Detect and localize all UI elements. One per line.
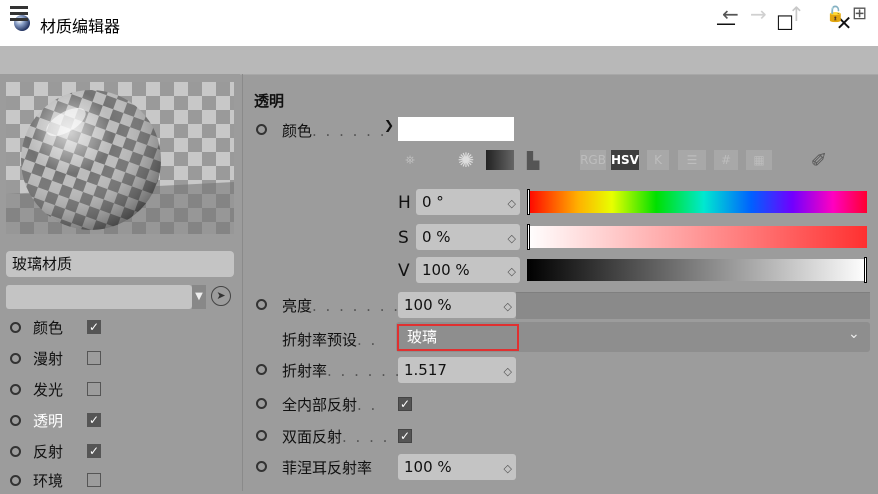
picker-icon[interactable]: ⛯ [398, 150, 422, 170]
channel-checkbox[interactable] [87, 382, 101, 396]
total-internal-reflection-checkbox[interactable]: ✓ [398, 397, 412, 411]
animate-radio-icon[interactable] [256, 124, 267, 135]
animate-radio-icon[interactable] [256, 430, 267, 441]
channel-item-reflectance[interactable]: 反射 ✓ [10, 437, 101, 465]
channel-label: 透明 [33, 411, 64, 430]
hex-icon[interactable]: # [714, 150, 738, 170]
hue-letter: H [398, 193, 411, 213]
animate-radio-icon[interactable] [256, 364, 267, 375]
fresnel-reflectivity-label: 菲涅耳反射率 [282, 459, 373, 477]
fresnel-reflectivity-field[interactable]: 100 % ◇ [398, 454, 516, 480]
section-title: 透明 [254, 92, 285, 110]
brightness-label: 亮度. . . . . . . [282, 297, 401, 315]
swatches-icon[interactable]: ▦ [746, 150, 772, 170]
value-field[interactable]: 100 % ◇ [416, 257, 520, 283]
radio-icon [10, 352, 21, 364]
chevron-down-icon[interactable]: ⌄ [848, 326, 860, 342]
channel-checkbox[interactable]: ✓ [87, 444, 101, 458]
up-arrow-icon[interactable]: ↑ [788, 2, 805, 26]
channel-checkbox[interactable]: ✓ [87, 413, 101, 427]
brightness-field[interactable]: 100 % ◇ [398, 292, 516, 318]
forward-arrow-icon[interactable]: → [750, 2, 767, 26]
layer-combo[interactable] [6, 285, 192, 309]
channel-label: 颜色 [33, 318, 64, 337]
saturation-slider[interactable] [527, 224, 867, 250]
unlock-icon[interactable]: 🔓 [826, 5, 845, 23]
window-title: 材质编辑器 [40, 17, 121, 36]
radio-icon [10, 474, 21, 486]
saturation-field[interactable]: 0 % ◇ [416, 224, 520, 250]
new-window-icon[interactable]: ⊞ [852, 3, 867, 24]
ior-preset-value[interactable]: 玻璃 [397, 324, 519, 351]
channel-checkbox[interactable] [87, 351, 101, 365]
channel-checkbox[interactable]: ✓ [87, 320, 101, 334]
color-wheel-icon[interactable]: ✺ [452, 148, 480, 172]
double-sided-reflection-checkbox[interactable]: ✓ [398, 429, 412, 443]
brightness-slider[interactable] [516, 292, 870, 319]
channel-label: 环境 [33, 471, 64, 490]
chevron-down-icon[interactable]: ❯ [384, 118, 394, 132]
menu-icon[interactable] [10, 6, 28, 22]
hue-slider[interactable] [527, 189, 867, 215]
radio-icon [10, 445, 21, 457]
channel-checkbox[interactable] [87, 473, 101, 487]
hsv-icon[interactable]: HSV [611, 150, 639, 170]
channel-label: 发光 [33, 380, 64, 399]
radio-icon [10, 414, 21, 426]
spectrum-icon[interactable] [486, 150, 514, 170]
animate-radio-icon[interactable] [256, 398, 267, 409]
mixer-icon[interactable]: ☰ [678, 150, 706, 170]
color-label: 颜色. . . . . . [282, 122, 387, 140]
panel-divider [242, 74, 243, 491]
channel-label: 反射 [33, 442, 64, 461]
pointer-icon[interactable]: ➤ [211, 286, 231, 306]
eyedropper-icon[interactable]: ✐ [806, 148, 832, 172]
channel-item-transparency[interactable]: 透明 ✓ [10, 406, 101, 434]
rgb-icon[interactable]: RGB [580, 150, 606, 170]
kelvin-icon[interactable]: K [647, 150, 669, 170]
back-arrow-icon[interactable]: ← [722, 2, 739, 26]
ior-label: 折射率. . . . . . [282, 362, 402, 380]
radio-icon [10, 321, 21, 333]
animate-radio-icon[interactable] [256, 299, 267, 310]
channel-label: 漫射 [33, 349, 64, 368]
image-icon[interactable]: ▙ [520, 150, 546, 170]
channel-item-luminance[interactable]: 发光 [10, 375, 101, 403]
hue-field[interactable]: 0 ° ◇ [416, 189, 520, 215]
radio-icon [10, 383, 21, 395]
double-sided-reflection-label: 双面反射. . . . [282, 428, 390, 446]
chevron-down-icon[interactable]: ▼ [192, 285, 206, 309]
color-swatch[interactable] [398, 117, 514, 141]
value-slider[interactable] [527, 257, 867, 283]
material-preview[interactable] [6, 82, 234, 234]
material-name-field[interactable]: 玻璃材质 [6, 251, 234, 277]
ior-preset-label: 折射率预设. . [282, 331, 378, 349]
saturation-letter: S [398, 228, 409, 248]
channel-item-color[interactable]: 颜色 ✓ [10, 313, 101, 341]
total-internal-reflection-label: 全内部反射. . [282, 396, 378, 414]
ior-field[interactable]: 1.517 ◇ [398, 357, 516, 383]
channel-item-environment[interactable]: 环境 [10, 466, 101, 494]
value-letter: V [398, 261, 410, 281]
toolbar [0, 46, 878, 75]
channel-item-diffusion[interactable]: 漫射 [10, 344, 101, 372]
animate-radio-icon[interactable] [256, 461, 267, 472]
